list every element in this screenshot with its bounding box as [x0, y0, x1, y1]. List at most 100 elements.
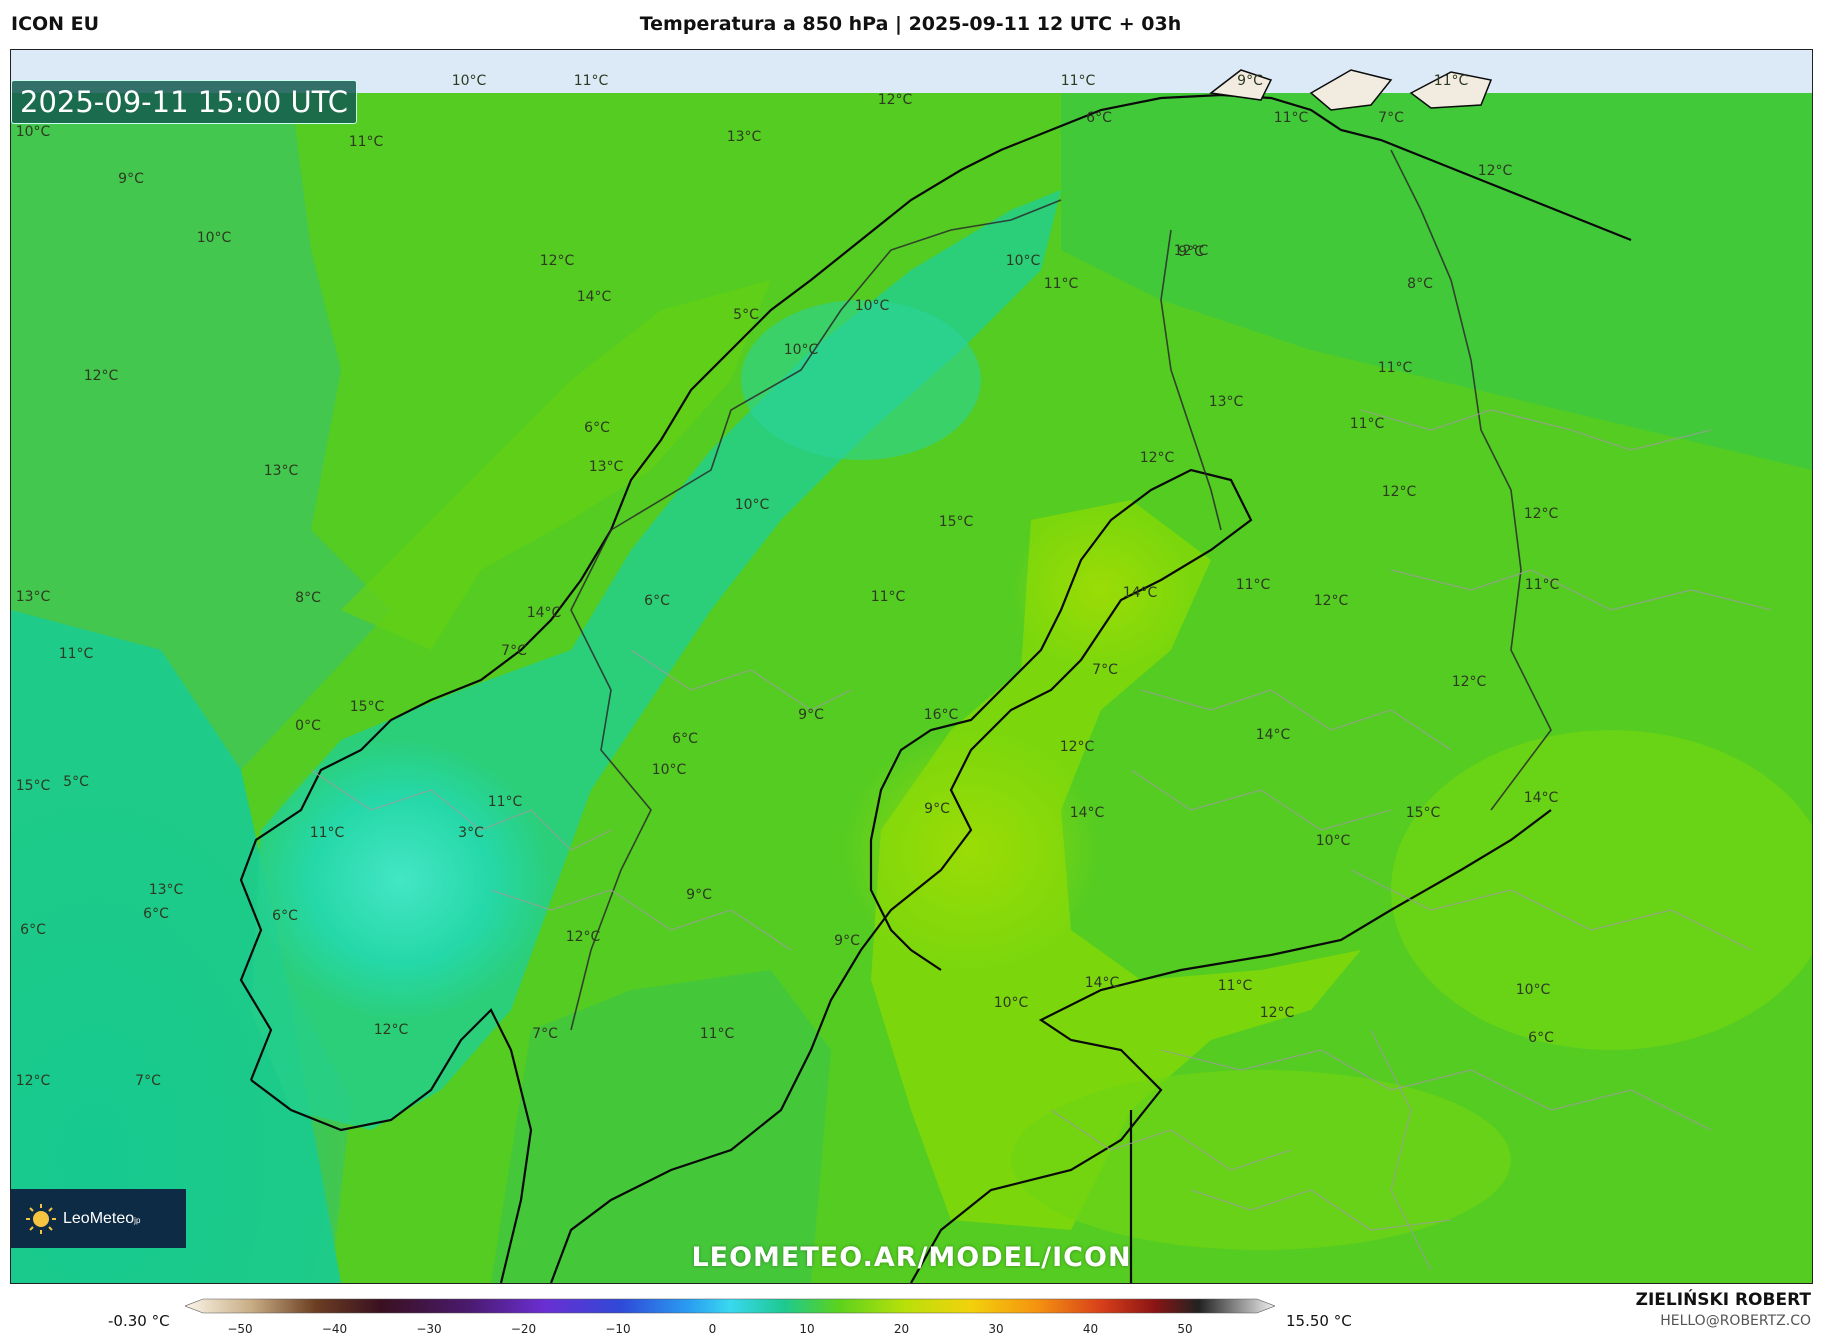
colorbar-tick-label: −50 — [227, 1322, 253, 1336]
temperature-label: 12°C — [1313, 593, 1349, 609]
author-name: ZIELIŃSKI ROBERT — [1635, 1290, 1811, 1310]
temperature-label: 9°C — [834, 933, 860, 949]
temperature-label: 10°C — [15, 124, 51, 140]
temperature-label: 12°C — [1477, 163, 1513, 179]
temperature-label: 10°C — [651, 762, 687, 778]
temperature-label: 7°C — [501, 643, 527, 659]
temperature-label: 10°C — [783, 342, 819, 358]
temperature-label: 11°C — [699, 1026, 735, 1042]
temperature-label: 11°C — [573, 73, 609, 89]
temperature-label: 11°C — [870, 589, 906, 605]
colorbar-tick-label: −40 — [321, 1322, 348, 1336]
temperature-label: 13°C — [148, 882, 184, 898]
colorbar-max-label: 15.50 °C — [1286, 1312, 1352, 1330]
colorbar-min-label: -0.30 °C — [108, 1312, 170, 1330]
temperature-label: 11°C — [487, 794, 523, 810]
temperature-label: 13°C — [726, 129, 762, 145]
colorbar-tick-label: 10 — [799, 1322, 815, 1336]
temperature-label: 14°C — [526, 605, 562, 621]
temperature-label: 12°C — [1259, 1005, 1295, 1021]
valid-time-stamp: 2025-09-11 15:00 UTC — [11, 80, 358, 124]
temperature-label: 5°C — [733, 307, 759, 323]
temperature-label: 0°C — [295, 718, 321, 734]
temperature-label: 9°C — [1178, 244, 1204, 260]
temperature-label: 10°C — [1515, 982, 1551, 998]
temperature-label: 9°C — [686, 887, 712, 903]
temperature-label: 11°C — [1043, 276, 1079, 292]
sun-icon — [26, 1203, 56, 1234]
temperature-label: 12°C — [1059, 739, 1095, 755]
temperature-label: 14°C — [576, 289, 612, 305]
temperature-label: 10°C — [1315, 833, 1351, 849]
temperature-label: 10°C — [734, 497, 770, 513]
temperature-label: 14°C — [1255, 727, 1291, 743]
temperature-label: 12°C — [1139, 450, 1175, 466]
temperature-label: 6°C — [644, 593, 670, 609]
temperature-label: 12°C — [83, 368, 119, 384]
temperature-label: 6°C — [143, 906, 169, 922]
temperature-label: 6°C — [272, 908, 298, 924]
temperature-label: 11°C — [348, 134, 384, 150]
temperature-label: 12°C — [1523, 506, 1559, 522]
temperature-label: 12°C — [373, 1022, 409, 1038]
chart-title: Temperatura a 850 hPa | 2025-09-11 12 UT… — [639, 13, 1182, 35]
temperature-label: 7°C — [532, 1026, 558, 1042]
temperature-label: 8°C — [1407, 276, 1433, 292]
leometeo-logo[interactable]: LeoMeteojp — [11, 1189, 186, 1248]
temperature-label: 11°C — [1524, 577, 1560, 593]
temperature-label: 12°C — [877, 92, 913, 108]
temperature-label: 8°C — [295, 590, 321, 606]
temperature-label: 7°C — [1378, 110, 1404, 126]
colorbar-tick-label: 30 — [988, 1322, 1004, 1336]
temperature-label: 10°C — [993, 995, 1029, 1011]
temperature-label: 10°C — [854, 298, 890, 314]
colorbar — [185, 1298, 1275, 1314]
temperature-label: 14°C — [1122, 585, 1158, 601]
temperature-label: 5°C — [63, 774, 89, 790]
temperature-label: 10°C — [196, 230, 232, 246]
temperature-label: 7°C — [1092, 662, 1118, 678]
temperature-label: 15°C — [938, 514, 974, 530]
temperature-label: 16°C — [923, 707, 959, 723]
temperature-label: 12°C — [15, 1073, 51, 1089]
temperature-label: 14°C — [1523, 790, 1559, 806]
map-fields — [11, 50, 1812, 1283]
temperature-label: 12°C — [565, 929, 601, 945]
temperature-label: 13°C — [588, 459, 624, 475]
colorbar-tick-label: 40 — [1082, 1322, 1099, 1336]
temperature-label: 7°C — [135, 1073, 161, 1089]
temperature-label: 3°C — [458, 825, 484, 841]
temperature-label: 11°C — [1273, 110, 1309, 126]
colorbar-tick-label: 0 — [708, 1322, 717, 1336]
temperature-label: 11°C — [1235, 577, 1271, 593]
temperature-label: 15°C — [15, 778, 51, 794]
temperature-label: 11°C — [309, 825, 345, 841]
author-email[interactable]: HELLO@ROBERTZ.CO — [1660, 1313, 1811, 1329]
temperature-label: 15°C — [1405, 805, 1441, 821]
temperature-label: 13°C — [1208, 394, 1244, 410]
logo-text: LeoMeteojp — [63, 1209, 141, 1227]
temperature-label: 6°C — [1528, 1030, 1554, 1046]
colorbar-tick-label: −10 — [605, 1322, 631, 1336]
temperature-label: 9°C — [924, 801, 950, 817]
temperature-label: 11°C — [1377, 360, 1413, 376]
temperature-label: 9°C — [118, 171, 144, 187]
temperature-label: 14°C — [1084, 975, 1120, 991]
temperature-label: 6°C — [20, 922, 46, 938]
temperature-label: 10°C — [1005, 253, 1041, 269]
temperature-map[interactable]: 2025-09-11 15:00 UTC 10°C 11°C 11°C 9°C 11°C… — [10, 49, 1813, 1284]
colorbar-tick-label: 50 — [1177, 1322, 1193, 1336]
temperature-label: 10°C — [451, 73, 487, 89]
temperature-label: 9°C — [798, 707, 824, 723]
temperature-label: 14°C — [1069, 805, 1105, 821]
temperature-label: 12°C — [1381, 484, 1417, 500]
temperature-label: 6°C — [1086, 110, 1112, 126]
temperature-label: 11°C — [1060, 73, 1096, 89]
temperature-label: 15°C — [349, 699, 385, 715]
temperature-label: 12°C — [539, 253, 575, 269]
temperature-label: 12°C — [1451, 674, 1487, 690]
temperature-label: 13°C — [15, 589, 51, 605]
colorbar-tick-label: −30 — [416, 1322, 442, 1336]
temperature-label: 11°C — [1217, 978, 1253, 994]
colorbar-tick-label: −20 — [510, 1322, 537, 1336]
